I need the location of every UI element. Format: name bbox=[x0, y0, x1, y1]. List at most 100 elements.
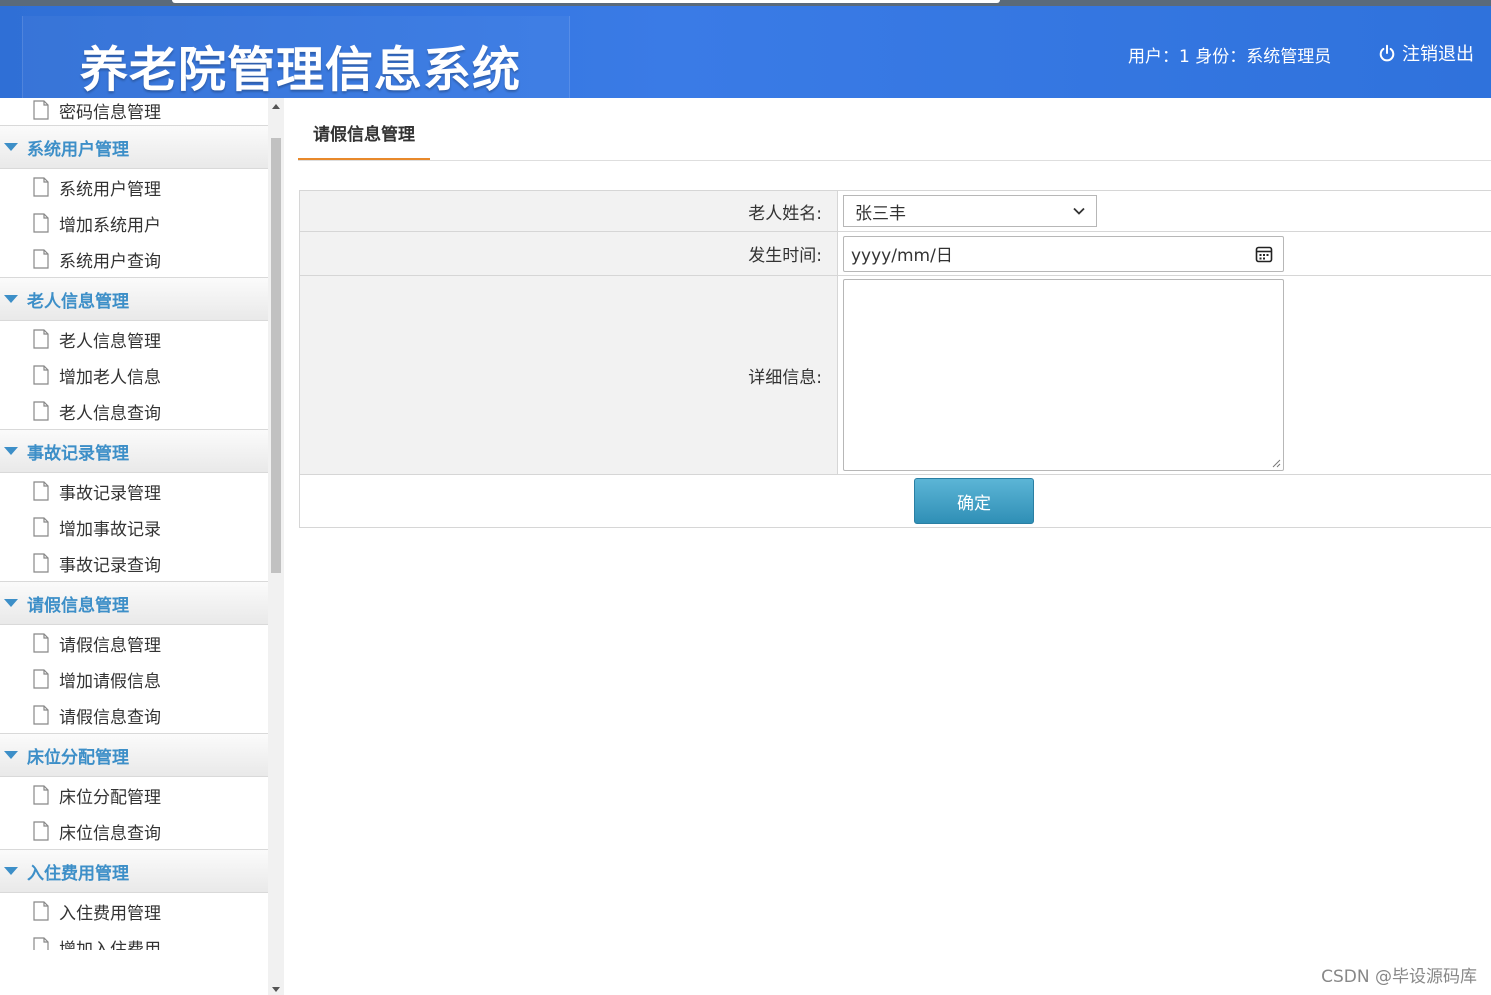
detail-field bbox=[838, 276, 1491, 474]
time-field: yyyy/mm/日 bbox=[838, 232, 1491, 275]
scroll-up-arrow-icon[interactable] bbox=[272, 104, 280, 109]
page-icon bbox=[33, 633, 49, 653]
scrollbar-thumb[interactable] bbox=[271, 138, 281, 573]
collapse-triangle-icon bbox=[4, 751, 18, 759]
sidebar-menu: 密码信息管理 系统用户管理 系统用户管理 增加系统用户 系统用户查询 老人信息管… bbox=[0, 98, 268, 950]
app-title: 养老院管理信息系统 bbox=[80, 42, 522, 98]
sidebar-item-label: 老人信息查询 bbox=[59, 403, 161, 424]
sidebar-item-label: 增加系统用户 bbox=[59, 215, 161, 236]
logout-label: 注销退出 bbox=[1402, 44, 1474, 65]
page-icon bbox=[33, 177, 49, 197]
sidebar-group-accident-records[interactable]: 事故记录管理 bbox=[0, 429, 268, 473]
sidebar-item-add-leave[interactable]: 增加请假信息 bbox=[0, 661, 268, 697]
page-icon bbox=[33, 517, 49, 537]
page-icon bbox=[33, 821, 49, 841]
sidebar-item-label: 请假信息管理 bbox=[59, 635, 161, 656]
elder-name-selected-value: 张三丰 bbox=[855, 203, 906, 224]
sidebar-item-add-fee[interactable]: 增加入住费用 bbox=[0, 929, 268, 950]
page-icon bbox=[33, 249, 49, 269]
sidebar-item-system-user-manage[interactable]: 系统用户管理 bbox=[0, 169, 268, 205]
time-label: 发生时间: bbox=[300, 232, 838, 275]
elder-name-label: 老人姓名: bbox=[300, 191, 838, 231]
elder-name-field: 张三丰 bbox=[838, 191, 1491, 231]
sidebar-group-label: 系统用户管理 bbox=[27, 139, 129, 160]
page-icon bbox=[33, 329, 49, 349]
form-row-time: 发生时间: yyyy/mm/日 bbox=[300, 232, 1491, 276]
elder-name-select[interactable]: 张三丰 bbox=[843, 195, 1097, 227]
sidebar-group-system-users[interactable]: 系统用户管理 bbox=[0, 125, 268, 169]
page-icon bbox=[33, 365, 49, 385]
collapse-triangle-icon bbox=[4, 447, 18, 455]
sidebar-item-fee-manage[interactable]: 入住费用管理 bbox=[0, 893, 268, 929]
page-icon bbox=[33, 785, 49, 805]
sidebar-item-label: 密码信息管理 bbox=[59, 102, 161, 123]
sidebar-item-label: 床位信息查询 bbox=[59, 823, 161, 844]
sidebar-item-query-system-user[interactable]: 系统用户查询 bbox=[0, 241, 268, 277]
sidebar-item-accident-manage[interactable]: 事故记录管理 bbox=[0, 473, 268, 509]
sidebar-group-label: 事故记录管理 bbox=[27, 443, 129, 464]
sidebar-item-query-leave[interactable]: 请假信息查询 bbox=[0, 697, 268, 733]
calendar-icon[interactable] bbox=[1255, 245, 1273, 263]
sidebar-item-add-elder[interactable]: 增加老人信息 bbox=[0, 357, 268, 393]
sidebar-item-add-system-user[interactable]: 增加系统用户 bbox=[0, 205, 268, 241]
detail-label: 详细信息: bbox=[300, 276, 838, 474]
sidebar-item-query-bed[interactable]: 床位信息查询 bbox=[0, 813, 268, 849]
leave-form: 老人姓名: 张三丰 发生时间: yyyy/mm/日 详细信息: 确定 bbox=[299, 190, 1491, 528]
date-input[interactable]: yyyy/mm/日 bbox=[843, 235, 1284, 272]
sidebar-group-label: 床位分配管理 bbox=[27, 747, 129, 768]
page-icon bbox=[33, 901, 49, 921]
app-header: 养老院管理信息系统 用户：1 身份：系统管理员 注销退出 bbox=[0, 6, 1491, 98]
sidebar-item-label: 系统用户查询 bbox=[59, 251, 161, 272]
sidebar-group-label: 入住费用管理 bbox=[27, 863, 129, 884]
chevron-down-icon bbox=[1073, 207, 1085, 215]
sidebar-group-leave-info[interactable]: 请假信息管理 bbox=[0, 581, 268, 625]
date-input-placeholder: yyyy/mm/日 bbox=[851, 246, 953, 266]
tab-bar: 请假信息管理 bbox=[298, 112, 1491, 161]
form-row-detail: 详细信息: bbox=[300, 276, 1491, 475]
sidebar-item-query-elder[interactable]: 老人信息查询 bbox=[0, 393, 268, 429]
sidebar-group-elder-info[interactable]: 老人信息管理 bbox=[0, 277, 268, 321]
sidebar-item-label: 系统用户管理 bbox=[59, 179, 161, 200]
form-row-elder-name: 老人姓名: 张三丰 bbox=[300, 191, 1491, 232]
user-info: 用户：1 身份：系统管理员 bbox=[1128, 47, 1332, 67]
sidebar-group-label: 老人信息管理 bbox=[27, 291, 129, 312]
collapse-triangle-icon bbox=[4, 143, 18, 151]
sidebar-item-label: 事故记录查询 bbox=[59, 555, 161, 576]
browser-url-bar[interactable] bbox=[172, 0, 1000, 3]
collapse-triangle-icon bbox=[4, 599, 18, 607]
scroll-down-arrow-icon[interactable] bbox=[272, 987, 280, 992]
sidebar-item-password[interactable]: 密码信息管理 bbox=[0, 98, 268, 125]
page-icon bbox=[33, 401, 49, 421]
csdn-watermark: CSDN @毕设源码库 bbox=[1321, 967, 1477, 987]
page-icon bbox=[33, 669, 49, 689]
form-row-submit: 确定 bbox=[300, 475, 1491, 528]
page-icon bbox=[33, 937, 49, 950]
sidebar-item-label: 老人信息管理 bbox=[59, 331, 161, 352]
sidebar-item-label: 床位分配管理 bbox=[59, 787, 161, 808]
sidebar-item-query-accident[interactable]: 事故记录查询 bbox=[0, 545, 268, 581]
page-icon bbox=[33, 481, 49, 501]
sidebar-item-bed-manage[interactable]: 床位分配管理 bbox=[0, 777, 268, 813]
detail-textarea[interactable] bbox=[843, 279, 1284, 471]
tab-leave-info-manage[interactable]: 请假信息管理 bbox=[298, 112, 430, 160]
sidebar-item-label: 入住费用管理 bbox=[59, 903, 161, 924]
sidebar-item-label: 增加入住费用 bbox=[59, 939, 161, 951]
sidebar-group-label: 请假信息管理 bbox=[27, 595, 129, 616]
page-icon bbox=[33, 100, 49, 120]
page-icon bbox=[33, 213, 49, 233]
sidebar-scrollbar[interactable] bbox=[268, 98, 284, 995]
page-icon bbox=[33, 553, 49, 573]
sidebar-item-label: 事故记录管理 bbox=[59, 483, 161, 504]
sidebar-item-leave-manage[interactable]: 请假信息管理 bbox=[0, 625, 268, 661]
page-icon bbox=[33, 705, 49, 725]
sidebar-item-add-accident[interactable]: 增加事故记录 bbox=[0, 509, 268, 545]
collapse-triangle-icon bbox=[4, 295, 18, 303]
confirm-button[interactable]: 确定 bbox=[914, 478, 1034, 524]
resize-handle-icon[interactable] bbox=[1272, 459, 1281, 468]
sidebar-item-elder-manage[interactable]: 老人信息管理 bbox=[0, 321, 268, 357]
sidebar-group-residence-fees[interactable]: 入住费用管理 bbox=[0, 849, 268, 893]
collapse-triangle-icon bbox=[4, 867, 18, 875]
sidebar-item-label: 增加请假信息 bbox=[59, 671, 161, 692]
logout-button[interactable]: 注销退出 bbox=[1378, 40, 1474, 66]
sidebar-group-bed-assignment[interactable]: 床位分配管理 bbox=[0, 733, 268, 777]
